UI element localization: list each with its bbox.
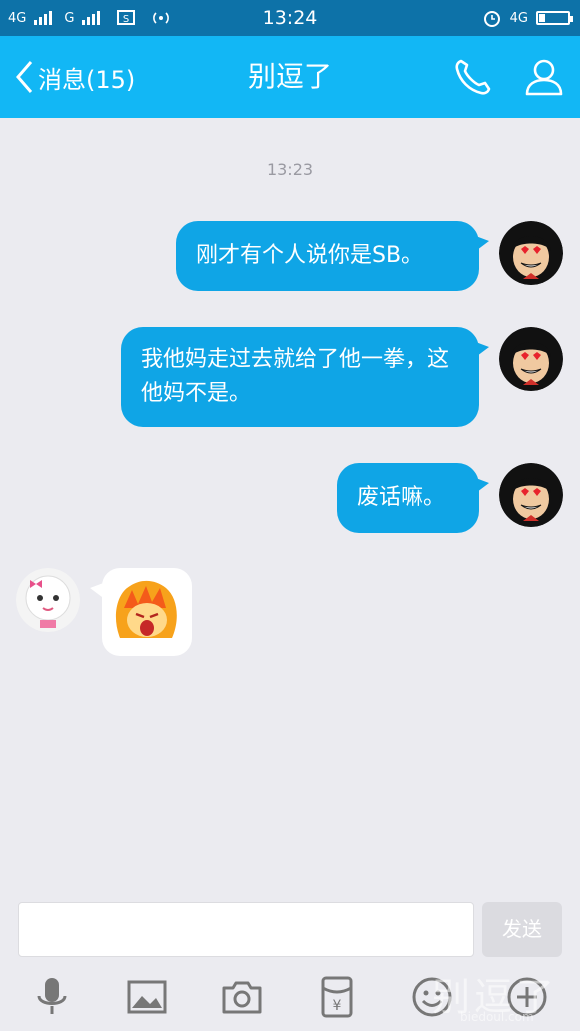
chat-timestamp: 13:23 — [266, 160, 314, 179]
profile-icon[interactable] — [523, 56, 565, 98]
chat-header: 消息(15) 别逗了 — [0, 36, 580, 118]
network-label: 4G — [509, 10, 528, 26]
message-bubble-2[interactable]: 我他妈走过去就给了他一拳，这他妈不是。 — [121, 327, 489, 427]
watermark-url: biedoul.com — [460, 1010, 534, 1024]
status-bar: 4G G S 13:24 4G — [0, 0, 580, 36]
avatar[interactable] — [499, 327, 563, 391]
message-text: 刚才有个人说你是SB。 — [196, 243, 424, 268]
image-icon[interactable] — [124, 974, 170, 1020]
status-right: 4G — [482, 0, 573, 36]
microphone-icon[interactable] — [29, 974, 75, 1020]
message-text: 废话嘛。 — [357, 485, 446, 510]
contact-avatar[interactable] — [16, 568, 80, 632]
red-packet-icon[interactable]: ¥ — [314, 974, 360, 1020]
battery-icon — [536, 11, 573, 25]
message-text: 我他妈走过去就给了他一拳，这他妈不是。 — [141, 347, 450, 406]
message-input[interactable] — [18, 902, 474, 957]
send-button[interactable]: 发送 — [482, 902, 562, 957]
message-bubble-3[interactable]: 废话嘛。 — [337, 463, 489, 533]
alarm-icon — [483, 11, 500, 27]
sticker-message-bubble[interactable] — [90, 568, 192, 656]
message-bubble-1[interactable]: 刚才有个人说你是SB。 — [176, 221, 489, 291]
avatar[interactable] — [499, 463, 563, 527]
svg-text:¥: ¥ — [333, 998, 342, 1014]
avatar[interactable] — [499, 221, 563, 285]
phone-icon[interactable] — [452, 56, 494, 98]
camera-icon[interactable] — [219, 974, 265, 1020]
angry-face-sticker — [115, 580, 177, 638]
